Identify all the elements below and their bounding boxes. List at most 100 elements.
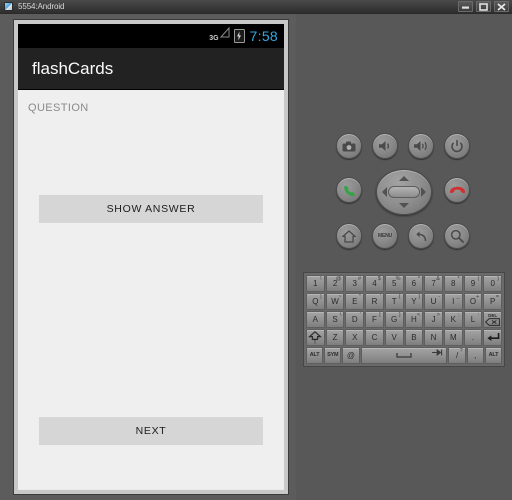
key-alt-label: ! — [320, 276, 322, 282]
key-label: 6 — [411, 278, 417, 288]
key-c[interactable]: C — [365, 329, 384, 346]
dpad-up-icon[interactable] — [399, 176, 409, 181]
key-j[interactable]: J > — [424, 311, 443, 328]
key-q[interactable]: Q | — [306, 293, 325, 310]
key-x[interactable]: X — [345, 329, 365, 346]
key-n[interactable]: N — [424, 329, 443, 346]
key-label: Z — [332, 332, 338, 342]
key-label: K — [450, 314, 456, 324]
key-0[interactable]: 0) — [483, 275, 503, 292]
dpad-left-icon[interactable] — [382, 187, 387, 197]
key-3[interactable]: 3 # — [345, 275, 365, 292]
key-alt-label: & — [436, 276, 440, 282]
key-alt-label: ~ — [338, 294, 342, 300]
battery-charging-icon — [233, 29, 245, 43]
key-s[interactable]: S \ — [325, 311, 345, 328]
key-2[interactable]: 2 @ — [325, 275, 345, 292]
key-at[interactable]: @ — [342, 347, 360, 364]
key-label: S — [332, 314, 338, 324]
key-o[interactable]: O + — [463, 293, 483, 310]
key-label: 9 — [470, 278, 476, 288]
key-u[interactable]: U- — [424, 293, 443, 310]
key-delete[interactable]: DEL — [483, 311, 503, 328]
search-button[interactable] — [444, 223, 470, 249]
keyboard-row: ⇧ Z X C V B N M. — [306, 329, 503, 346]
camera-button[interactable] — [336, 133, 362, 159]
power-icon — [451, 139, 463, 153]
call-button[interactable] — [336, 177, 362, 203]
key-d[interactable]: D ' — [345, 311, 365, 328]
key-a[interactable]: A — [306, 311, 325, 328]
key-alt-label: @ — [335, 276, 342, 282]
key-w[interactable]: W ~ — [325, 293, 345, 310]
dpad-down-icon[interactable] — [399, 203, 409, 208]
end-call-button[interactable] — [444, 177, 470, 203]
maximize-icon[interactable] — [476, 1, 491, 12]
home-button[interactable] — [336, 223, 362, 249]
key-f[interactable]: F[ — [365, 311, 384, 328]
emulator-control-panel: MENU 1! 2 @3 #4 $5% 6 ^ 7 & 8 * 9 (0) … — [296, 14, 512, 500]
key-p[interactable]: P = — [483, 293, 503, 310]
window-titlebar[interactable]: 5554:Android — [0, 0, 512, 14]
show-answer-button[interactable]: SHOW ANSWER — [39, 195, 263, 223]
key-label: D — [351, 314, 358, 324]
key-period[interactable]: . — [463, 329, 483, 346]
key-alt-label: " — [359, 294, 362, 300]
key-i[interactable]: I _ — [443, 293, 463, 310]
key-enter[interactable] — [483, 329, 503, 346]
key-v[interactable]: V — [384, 329, 404, 346]
key-7[interactable]: 7 & — [424, 275, 443, 292]
window-title: 5554:Android — [18, 2, 65, 11]
power-button[interactable] — [444, 133, 470, 159]
close-icon[interactable] — [494, 1, 509, 12]
volume-down-button[interactable] — [372, 133, 398, 159]
volume-up-button[interactable] — [408, 133, 434, 159]
key-slash[interactable]: /? — [448, 347, 466, 364]
key-label: Q — [312, 296, 319, 306]
key-y[interactable]: Y} — [404, 293, 424, 310]
dpad[interactable] — [376, 169, 432, 215]
key-alt[interactable]: ALT — [484, 347, 502, 364]
volume-up-icon — [413, 140, 430, 152]
key-k[interactable]: K; — [443, 311, 463, 328]
home-icon — [342, 229, 356, 243]
key-alt-label: ) — [497, 276, 500, 282]
key-b[interactable]: B — [404, 329, 424, 346]
key-label: B — [411, 332, 417, 342]
key-8[interactable]: 8 * — [443, 275, 463, 292]
key-comma[interactable]: , — [466, 347, 484, 364]
key-1[interactable]: 1! — [306, 275, 325, 292]
key-label: G — [391, 314, 398, 324]
key-space[interactable] — [360, 347, 448, 364]
key-4[interactable]: 4 $ — [365, 275, 384, 292]
next-button[interactable]: NEXT — [39, 417, 263, 445]
key-label: L — [470, 314, 476, 324]
key-r[interactable]: R ' — [365, 293, 384, 310]
key-e[interactable]: E " — [345, 293, 365, 310]
key-sym[interactable]: SYM — [324, 347, 342, 364]
emulator-keyboard[interactable]: 1! 2 @3 #4 $5% 6 ^ 7 & 8 * 9(0) Q | W ~ E " R ' T{Y} U - I _ O + P =… — [303, 272, 505, 367]
menu-button[interactable]: MENU — [372, 223, 398, 249]
key-l[interactable]: L: — [463, 311, 483, 328]
key-t[interactable]: T{ — [384, 293, 404, 310]
key-alt-label: > — [436, 312, 440, 318]
minimize-icon[interactable] — [458, 1, 473, 12]
dpad-select-button[interactable] — [388, 186, 420, 198]
key-z[interactable]: Z — [325, 329, 345, 346]
key-6[interactable]: 6 ^ — [404, 275, 424, 292]
key-shift[interactable]: ⇧ — [306, 329, 325, 346]
key-g[interactable]: G] — [384, 311, 404, 328]
key-9[interactable]: 9( — [463, 275, 483, 292]
key-alt[interactable]: ALT — [306, 347, 324, 364]
key-m[interactable]: M — [443, 329, 463, 346]
dpad-right-icon[interactable] — [421, 187, 426, 197]
phone-screen: 3G 7:58 flashCards QUESTION SHOW ANSWER … — [18, 24, 284, 490]
back-button[interactable] — [408, 223, 434, 249]
key-alt-label: ' — [379, 294, 381, 300]
key-5[interactable]: 5% — [384, 275, 404, 292]
key-alt-label: * — [457, 276, 460, 282]
key-label: T — [391, 296, 397, 306]
svg-text:⇧: ⇧ — [313, 340, 317, 344]
key-h[interactable]: H < — [404, 311, 424, 328]
key-label: @ — [346, 350, 355, 360]
